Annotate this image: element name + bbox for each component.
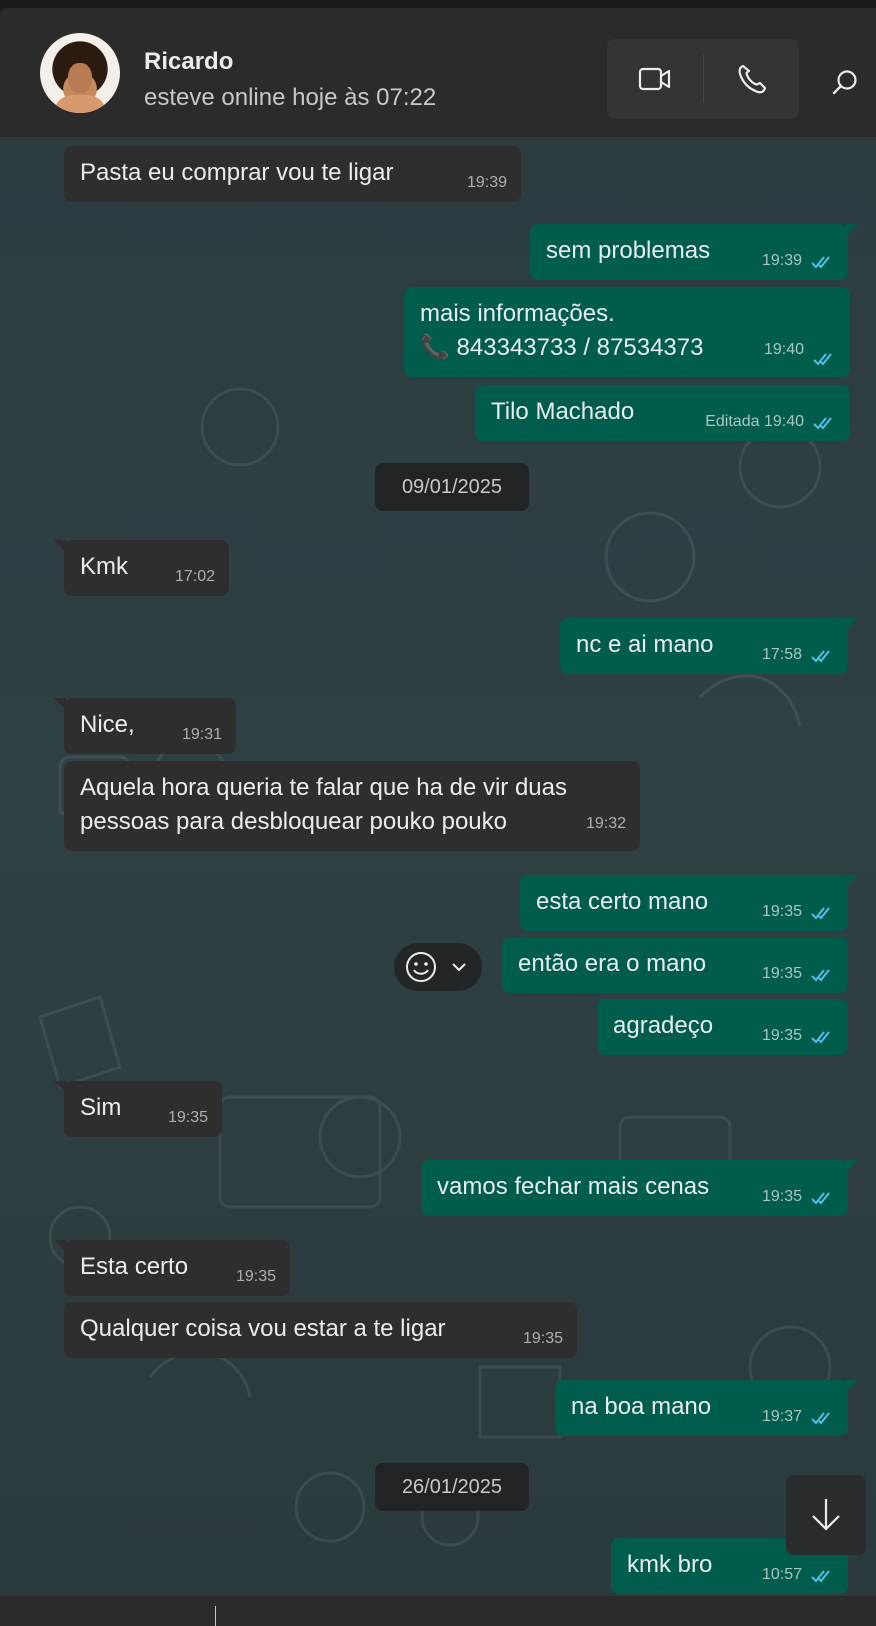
message-time: 17:58 [761, 646, 802, 663]
read-receipt-icon [811, 907, 830, 920]
scroll-to-bottom-button[interactable] [786, 1475, 866, 1555]
message-bubble-incoming[interactable]: Pasta eu comprar vou te ligar 19:39 [64, 146, 521, 202]
contact-avatar[interactable] [40, 33, 120, 113]
read-receipt-icon [811, 969, 830, 982]
message-time: 19:39 [466, 174, 507, 191]
message-bubble-incoming[interactable]: Qualquer coisa vou estar a te ligar 19:3… [64, 1302, 577, 1358]
message-time: 19:40 [763, 341, 804, 358]
message-time: 19:35 [167, 1109, 208, 1126]
date-separator: 26/01/2025 [375, 1463, 529, 1511]
contact-status: esteve online hoje às 07:22 [144, 84, 437, 111]
message-time: 17:02 [174, 568, 215, 585]
voice-call-icon [738, 64, 766, 94]
message-time: 19:35 [761, 1188, 802, 1205]
message-time: 10:57 [761, 1566, 802, 1583]
reaction-button[interactable] [394, 943, 482, 991]
message-bubble-outgoing[interactable]: Tilo Machado Editada 19:40 [475, 385, 850, 441]
search-button[interactable] [820, 58, 870, 108]
message-text: Esta certo [80, 1253, 189, 1280]
emoji-icon [406, 952, 436, 982]
message-bubble-incoming[interactable]: Sim 19:35 [54, 1081, 222, 1137]
read-receipt-icon [813, 353, 832, 366]
bubble-tail [54, 540, 66, 552]
message-bubble-outgoing[interactable]: nc e ai mano 17:58 [560, 618, 858, 674]
message-text: Nice, [80, 711, 135, 738]
message-bubble-outgoing[interactable]: então era o mano 19:35 [502, 937, 848, 993]
call-buttons-group [607, 39, 799, 119]
read-receipt-icon [811, 1192, 830, 1205]
message-text: sem problemas [546, 237, 711, 264]
arrow-down-icon [812, 1499, 840, 1531]
message-text: Kmk [80, 553, 128, 580]
text-caret [215, 1606, 216, 1626]
message-text: vamos fechar mais cenas [437, 1173, 710, 1200]
message-bubble-incoming[interactable]: Kmk 17:02 [54, 540, 229, 596]
video-call-icon [638, 67, 671, 91]
read-receipt-icon [811, 1570, 830, 1583]
read-receipt-icon [811, 1031, 830, 1044]
window-top-strip [0, 0, 876, 8]
search-icon [832, 70, 857, 95]
message-time: 19:35 [761, 1027, 802, 1044]
voice-call-button[interactable] [704, 39, 799, 119]
message-text-line: pessoas para desbloquear pouko pouko [80, 808, 507, 835]
message-time: 19:31 [181, 726, 222, 743]
message-list[interactable]: Pasta eu comprar vou te ligar 19:39 sem … [0, 137, 876, 1596]
message-text: esta certo mano [536, 888, 709, 915]
read-receipt-icon [811, 1412, 830, 1425]
chevron-down-icon [452, 963, 466, 972]
message-text: Pasta eu comprar vou te ligar [80, 159, 394, 186]
message-text-line: mais informações. [420, 300, 615, 327]
message-time: 19:39 [761, 252, 802, 269]
bubble-tail [846, 1160, 858, 1172]
bubble-tail [54, 1240, 66, 1252]
message-time: 19:35 [522, 1330, 563, 1347]
video-call-button[interactable] [607, 39, 703, 119]
message-bubble-outgoing[interactable]: agradeço 19:35 [597, 999, 848, 1055]
message-time-value: 19:40 [763, 413, 804, 430]
message-text: na boa mano [571, 1393, 712, 1420]
message-time: 19:32 [585, 815, 626, 832]
read-receipt-icon [811, 650, 830, 663]
message-bubble-outgoing[interactable]: esta certo mano 19:35 [520, 875, 858, 931]
compose-bar[interactable] [0, 1596, 876, 1626]
message-bubble-incoming[interactable]: Nice, 19:31 [54, 698, 236, 754]
message-text: Qualquer coisa vou estar a te ligar [80, 1315, 446, 1342]
read-receipt-icon [813, 417, 832, 430]
bubble-tail [846, 1380, 858, 1392]
bubble-tail [846, 224, 858, 236]
edited-label: Editada [705, 413, 760, 430]
message-bubble-outgoing[interactable]: na boa mano 19:37 [555, 1380, 858, 1436]
message-text: nc e ai mano [576, 631, 714, 658]
message-bubble-incoming[interactable]: Aquela hora queria te falar que ha de vi… [64, 761, 640, 851]
message-time: Editada 19:40 [705, 413, 804, 431]
chat-header: Ricardo esteve online hoje às 07:22 [0, 8, 876, 137]
message-text: kmk bro [627, 1551, 713, 1578]
bubble-tail [54, 1081, 66, 1093]
message-bubble-incoming[interactable]: Esta certo 19:35 [54, 1240, 290, 1296]
bubble-tail [846, 618, 858, 630]
message-bubble-outgoing[interactable]: mais informações. 📞 843343733 / 87534373… [404, 287, 850, 377]
contact-name[interactable]: Ricardo [144, 48, 233, 76]
bubble-tail [54, 698, 66, 710]
read-receipt-icon [811, 256, 830, 269]
message-bubble-outgoing[interactable]: sem problemas 19:39 [530, 224, 858, 280]
avatar-shirt [56, 95, 104, 113]
avatar-face [68, 63, 92, 93]
message-text: então era o mano [518, 950, 707, 977]
message-time: 19:35 [761, 903, 802, 920]
message-time: 19:35 [761, 965, 802, 982]
message-time: 19:35 [235, 1268, 276, 1285]
message-text: Sim [80, 1094, 122, 1121]
message-text: Tilo Machado [491, 398, 635, 425]
bubble-tail [846, 875, 858, 887]
date-separator: 09/01/2025 [375, 463, 529, 511]
message-bubble-outgoing[interactable]: vamos fechar mais cenas 19:35 [421, 1160, 858, 1216]
message-text-line: Aquela hora queria te falar que ha de vi… [80, 774, 567, 801]
message-time: 19:37 [761, 1408, 802, 1425]
message-text: agradeço [613, 1012, 714, 1039]
